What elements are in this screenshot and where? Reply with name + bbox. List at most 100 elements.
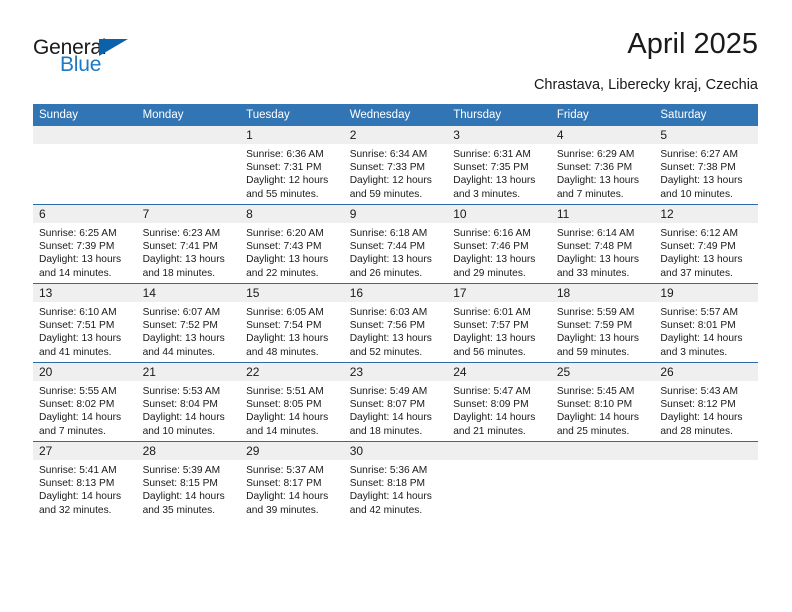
calendar-day-cell[interactable]: 26 Sunrise: 5:43 AM Sunset: 8:12 PM Dayligh… — [654, 362, 758, 442]
sun-info-line: Daylight: 13 hours — [453, 333, 536, 345]
calendar-day-cell[interactable] — [447, 441, 551, 520]
sun-info-line: Sunrise: 6:23 AM — [142, 228, 221, 239]
day-number: 19 — [654, 284, 758, 302]
weekday-header-cell: Friday — [550, 104, 655, 126]
calendar-day-cell[interactable]: 5 Sunrise: 6:27 AM Sunset: 7:38 PM Daylight… — [654, 126, 758, 205]
calendar-week-row: 13 Sunrise: 6:10 AM Sunset: 7:51 PM Dayligh… — [33, 283, 758, 363]
sun-info-line: Daylight: 13 hours — [556, 175, 639, 187]
sun-info-line: Sunrise: 5:45 AM — [556, 386, 635, 397]
calendar-day-cell[interactable]: 8 Sunrise: 6:20 AM Sunset: 7:43 PM Daylight… — [240, 204, 344, 284]
sun-info-line: and 55 minutes. — [246, 188, 319, 200]
sun-info-line: Sunset: 8:17 PM — [246, 478, 322, 490]
weekday-header-cell: Wednesday — [343, 104, 448, 126]
day-sun-info — [551, 460, 655, 464]
sun-info-line: Sunrise: 5:43 AM — [660, 386, 738, 397]
day-number — [654, 442, 758, 460]
calendar-day-cell[interactable]: 30 Sunrise: 5:36 AM Sunset: 8:18 PM Dayligh… — [343, 441, 448, 520]
calendar-day-cell[interactable]: 4 Sunrise: 6:29 AM Sunset: 7:36 PM Daylight… — [550, 126, 655, 205]
day-sun-info: Sunrise: 5:53 AM Sunset: 8:04 PM Daylight:… — [137, 381, 241, 438]
calendar-day-cell[interactable]: 18 Sunrise: 5:59 AM Sunset: 7:59 PM Dayligh… — [550, 283, 655, 363]
sun-info-line: and 3 minutes. — [660, 346, 728, 358]
day-cell-inner — [33, 126, 137, 204]
calendar-day-cell[interactable]: 27 Sunrise: 5:41 AM Sunset: 8:13 PM Dayligh… — [33, 441, 137, 520]
calendar-day-cell[interactable]: 25 Sunrise: 5:45 AM Sunset: 8:10 PM Dayligh… — [550, 362, 655, 442]
sun-info-line: Sunrise: 6:31 AM — [453, 149, 531, 160]
calendar-day-cell[interactable]: 12 Sunrise: 6:12 AM Sunset: 7:49 PM Dayligh… — [654, 204, 758, 284]
sun-info-line: and 41 minutes. — [39, 346, 112, 358]
calendar-day-cell[interactable]: 7 Sunrise: 6:23 AM Sunset: 7:41 PM Daylight… — [136, 204, 241, 284]
day-cell-inner: 12 Sunrise: 6:12 AM Sunset: 7:49 PM Dayligh… — [654, 205, 758, 283]
sun-info-line: Daylight: 13 hours — [39, 333, 122, 345]
calendar-day-cell[interactable] — [136, 126, 241, 205]
day-sun-info: Sunrise: 5:37 AM Sunset: 8:17 PM Daylight:… — [240, 460, 344, 517]
day-number: 11 — [550, 205, 655, 223]
day-cell-inner: 20 Sunrise: 5:55 AM Sunset: 8:02 PM Dayligh… — [33, 363, 137, 441]
day-sun-info: Sunrise: 6:36 AM Sunset: 7:31 PM Daylight:… — [240, 144, 344, 201]
day-sun-info: Sunrise: 6:10 AM Sunset: 7:51 PM Daylight:… — [33, 302, 137, 359]
sun-info-line: Sunset: 7:39 PM — [39, 241, 115, 253]
calendar-day-cell[interactable]: 3 Sunrise: 6:31 AM Sunset: 7:35 PM Daylight… — [447, 126, 551, 205]
calendar-day-cell[interactable] — [654, 441, 758, 520]
sun-info-line: Sunrise: 5:41 AM — [39, 465, 117, 476]
calendar-day-cell[interactable]: 6 Sunrise: 6:25 AM Sunset: 7:39 PM Daylight… — [33, 204, 137, 284]
day-sun-info: Sunrise: 6:23 AM Sunset: 7:41 PM Daylight:… — [137, 223, 241, 280]
calendar-day-cell[interactable]: 20 Sunrise: 5:55 AM Sunset: 8:02 PM Dayligh… — [33, 362, 137, 442]
day-number: 18 — [550, 284, 655, 302]
day-cell-inner: 24 Sunrise: 5:47 AM Sunset: 8:09 PM Dayligh… — [447, 363, 551, 441]
day-cell-inner: 9 Sunrise: 6:18 AM Sunset: 7:44 PM Daylight… — [343, 205, 448, 283]
day-sun-info: Sunrise: 5:45 AM Sunset: 8:10 PM Daylight:… — [551, 381, 655, 438]
calendar-day-cell[interactable]: 16 Sunrise: 6:03 AM Sunset: 7:56 PM Dayligh… — [343, 283, 448, 363]
sun-info-line: Sunset: 7:33 PM — [349, 162, 426, 174]
calendar-week-row: 1 Sunrise: 6:36 AM Sunset: 7:31 PM Daylight… — [33, 126, 758, 205]
calendar-body: 1 Sunrise: 6:36 AM Sunset: 7:31 PM Daylight… — [33, 126, 758, 520]
sun-info-line: and 56 minutes. — [453, 346, 526, 358]
sun-info-line: Sunset: 7:59 PM — [556, 320, 633, 332]
calendar-day-cell[interactable]: 2 Sunrise: 6:34 AM Sunset: 7:33 PM Daylight… — [343, 126, 448, 205]
sun-info-line: Daylight: 14 hours — [246, 491, 329, 503]
calendar-day-cell[interactable]: 17 Sunrise: 6:01 AM Sunset: 7:57 PM Dayligh… — [447, 283, 551, 363]
calendar-day-cell[interactable]: 9 Sunrise: 6:18 AM Sunset: 7:44 PM Daylight… — [343, 204, 448, 284]
sun-info-line: and 7 minutes. — [556, 188, 624, 200]
day-cell-inner: 5 Sunrise: 6:27 AM Sunset: 7:38 PM Daylight… — [654, 126, 758, 204]
calendar-day-cell[interactable]: 28 Sunrise: 5:39 AM Sunset: 8:15 PM Dayligh… — [136, 441, 241, 520]
calendar-day-cell[interactable]: 13 Sunrise: 6:10 AM Sunset: 7:51 PM Dayligh… — [33, 283, 137, 363]
calendar-day-cell[interactable]: 22 Sunrise: 5:51 AM Sunset: 8:05 PM Dayligh… — [240, 362, 344, 442]
calendar-day-cell[interactable]: 1 Sunrise: 6:36 AM Sunset: 7:31 PM Daylight… — [240, 126, 344, 205]
calendar-day-cell[interactable] — [33, 126, 137, 205]
sun-info-line: Sunrise: 5:51 AM — [246, 386, 324, 397]
sun-info-line: Daylight: 13 hours — [453, 175, 536, 187]
sun-info-line: Sunrise: 6:34 AM — [349, 149, 428, 160]
sun-info-line: Sunset: 7:51 PM — [39, 320, 115, 332]
weekday-header-cell: Saturday — [654, 104, 758, 126]
sun-info-line: and 42 minutes. — [349, 504, 423, 516]
day-cell-inner: 13 Sunrise: 6:10 AM Sunset: 7:51 PM Dayligh… — [33, 284, 137, 362]
sun-info-line: Daylight: 12 hours — [349, 175, 432, 187]
calendar-header-row: Sunday Monday Tuesday Wednesday Thursday Frid… — [33, 104, 758, 126]
calendar-day-cell[interactable]: 24 Sunrise: 5:47 AM Sunset: 8:09 PM Dayligh… — [447, 362, 551, 442]
day-sun-info — [33, 144, 137, 148]
calendar-day-cell[interactable]: 14 Sunrise: 6:07 AM Sunset: 7:52 PM Dayligh… — [136, 283, 241, 363]
sun-info-line: Sunrise: 6:27 AM — [660, 149, 738, 160]
brand-logo[interactable]: General Blue — [33, 36, 148, 80]
sun-info-line: Sunset: 7:57 PM — [453, 320, 529, 332]
sun-info-line: Sunset: 7:41 PM — [142, 241, 218, 253]
calendar-table: Sunday Monday Tuesday Wednesday Thursday Frid… — [33, 104, 758, 520]
calendar-day-cell[interactable] — [550, 441, 655, 520]
calendar-day-cell[interactable]: 29 Sunrise: 5:37 AM Sunset: 8:17 PM Dayligh… — [240, 441, 344, 520]
sun-info-line: Sunrise: 6:12 AM — [660, 228, 738, 239]
calendar-day-cell[interactable]: 21 Sunrise: 5:53 AM Sunset: 8:04 PM Dayligh… — [136, 362, 241, 442]
calendar-day-cell[interactable]: 23 Sunrise: 5:49 AM Sunset: 8:07 PM Dayligh… — [343, 362, 448, 442]
calendar-day-cell[interactable]: 19 Sunrise: 5:57 AM Sunset: 8:01 PM Dayligh… — [654, 283, 758, 363]
sun-info-line: Daylight: 14 hours — [246, 412, 329, 424]
calendar-day-cell[interactable]: 10 Sunrise: 6:16 AM Sunset: 7:46 PM Dayligh… — [447, 204, 551, 284]
day-number: 7 — [136, 205, 241, 223]
calendar-day-cell[interactable]: 11 Sunrise: 6:14 AM Sunset: 7:48 PM Dayligh… — [550, 204, 655, 284]
sun-info-line: Sunrise: 5:59 AM — [556, 307, 635, 318]
calendar-day-cell[interactable]: 15 Sunrise: 6:05 AM Sunset: 7:54 PM Dayligh… — [240, 283, 344, 363]
sun-info-line: Sunrise: 6:18 AM — [349, 228, 428, 239]
day-sun-info: Sunrise: 6:05 AM Sunset: 7:54 PM Daylight:… — [240, 302, 344, 359]
day-cell-inner: 8 Sunrise: 6:20 AM Sunset: 7:43 PM Daylight… — [240, 205, 344, 283]
day-number: 5 — [654, 126, 758, 144]
sun-info-line: Sunset: 8:05 PM — [246, 399, 322, 411]
day-cell-inner: 14 Sunrise: 6:07 AM Sunset: 7:52 PM Dayligh… — [136, 284, 241, 362]
